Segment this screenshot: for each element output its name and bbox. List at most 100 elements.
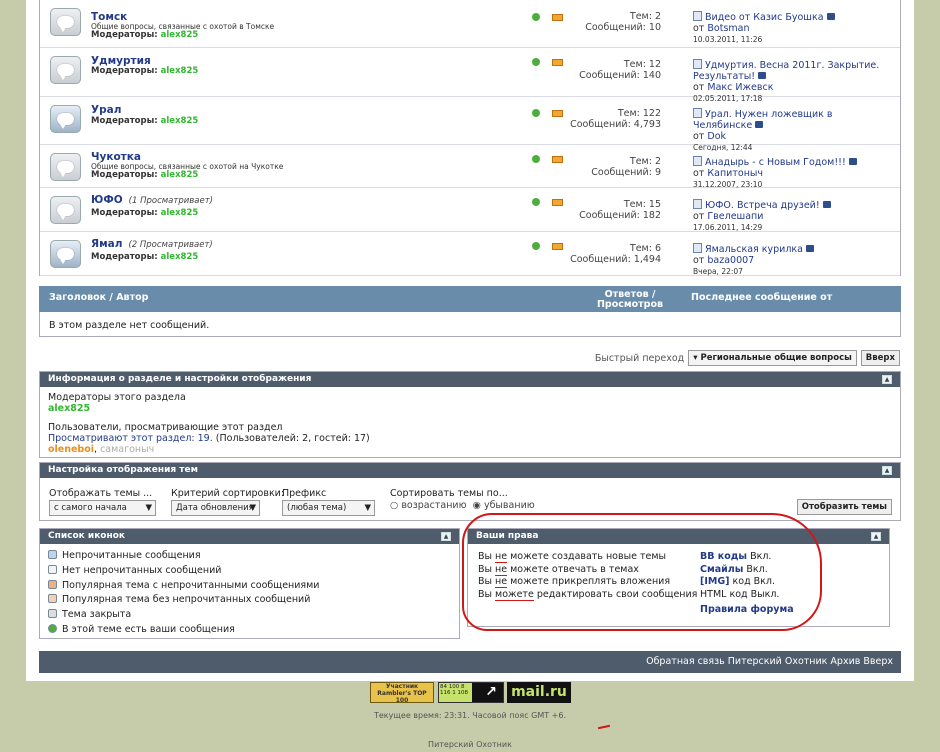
forum-last-post: Видео от Казис Буошка от Botsman 10.03.201… xyxy=(693,11,893,45)
display-settings-panel: Настройка отображения тем ▲ Отображать те… xyxy=(39,462,901,521)
quick-nav-select[interactable]: ▾ Региональные общие вопросы xyxy=(688,350,857,366)
mailru-badge[interactable]: mail.ru xyxy=(507,682,571,703)
col-title[interactable]: Заголовок / Автор xyxy=(49,292,148,303)
viewer-user[interactable]: oleneboi xyxy=(48,444,94,455)
site-name: Питерский Охотник xyxy=(428,740,512,749)
permission-line: Вы не можете создавать новые темы xyxy=(478,551,666,563)
col-replies[interactable]: Ответов / Просмотров xyxy=(595,290,665,310)
permissions-panel: Ваши права ▲ Вы не можете создавать новые… xyxy=(467,528,890,627)
last-post-user[interactable]: Botsman xyxy=(707,23,749,34)
moderator-link[interactable]: alex825 xyxy=(161,170,199,180)
post-icon xyxy=(693,59,702,69)
viewers-count: Просматривают этот раздел: 19. xyxy=(48,433,213,444)
last-post-user[interactable]: Капитоныч xyxy=(707,168,763,179)
forum-moderators: Модераторы: alex825 xyxy=(91,30,199,40)
prefix-label: Префикс xyxy=(282,488,327,499)
code-setting-name[interactable]: BB коды xyxy=(700,551,747,562)
last-post-user[interactable]: baza0007 xyxy=(707,255,754,266)
forum-row: Урал Модераторы: alex825 Тем: 122 Сообщений… xyxy=(40,97,900,152)
forum-read-icon xyxy=(532,198,540,206)
last-post-user[interactable]: Макс Ижевск xyxy=(707,82,773,93)
last-post-user[interactable]: Dok xyxy=(707,131,726,142)
forum-row: ЮФО (1 Просматривает) Модераторы: alex825 Т… xyxy=(40,188,900,232)
forum-viewing: (1 Просматривает) xyxy=(128,196,213,206)
moderator-link[interactable]: alex825 xyxy=(161,116,199,126)
forum-row: Ямал (2 Просматривает) Модераторы: alex825… xyxy=(40,232,900,276)
show-select[interactable]: с самого начала ▼ xyxy=(49,500,156,516)
forum-rules-link[interactable]: Правила форума xyxy=(700,604,794,615)
viewer-user[interactable]: самагоныч xyxy=(100,444,154,455)
moderator-link[interactable]: alex825 xyxy=(161,66,199,76)
forum-stats: Тем: 12 Сообщений: 140 xyxy=(579,59,661,81)
forum-status-icon xyxy=(50,56,81,84)
last-post-user[interactable]: Гвелешапи xyxy=(707,211,763,222)
goto-last-icon[interactable] xyxy=(826,13,835,20)
icon-legend-title: Список иконок xyxy=(48,531,125,541)
code-setting-name[interactable]: Смайлы xyxy=(700,564,743,575)
goto-last-icon[interactable] xyxy=(848,158,857,165)
forum-stats: Тем: 2 Сообщений: 9 xyxy=(591,156,661,178)
radio-desc[interactable]: ◉ убыванию xyxy=(473,500,535,511)
threads-empty: В этом разделе нет сообщений. xyxy=(39,312,901,337)
last-post-link[interactable]: Урал. Нужен ложевщик в Челябинске xyxy=(693,109,833,131)
last-post-date: 10.03.2011, 11:26 xyxy=(693,35,763,44)
last-post-link[interactable]: Анадырь - с Новым Годом!!! xyxy=(705,157,846,168)
goto-last-icon[interactable] xyxy=(755,121,764,128)
moderator-link[interactable]: alex825 xyxy=(161,30,199,40)
last-post-link[interactable]: Ямальская курилка xyxy=(705,244,803,255)
collapse-icon[interactable]: ▲ xyxy=(441,532,451,541)
forum-title[interactable]: Урал xyxy=(91,104,127,116)
forum-moderators: Модераторы: alex825 xyxy=(91,116,199,126)
goto-last-icon[interactable] xyxy=(822,201,831,208)
post-icon xyxy=(693,156,702,166)
forum-row: Удмуртия Модераторы: alex825 Тем: 12 Сообще… xyxy=(40,48,900,103)
forum-status-icon xyxy=(50,8,81,36)
permission-line: Вы не можете прикреплять вложения xyxy=(478,576,671,588)
collapse-icon[interactable]: ▲ xyxy=(871,532,881,541)
legend-icon xyxy=(48,564,57,574)
icon-legend-panel: Список иконок ▲ Непрочитанные сообщения Не… xyxy=(39,528,460,639)
prefix-select[interactable]: (любая тема) ▼ xyxy=(282,500,375,516)
moderator-link[interactable]: alex825 xyxy=(161,252,199,262)
collapse-icon[interactable]: ▲ xyxy=(882,466,892,475)
rambler-badge[interactable]: Участник Rambler's TOP 100 xyxy=(370,682,434,704)
forum-stats: Тем: 6 Сообщений: 1,494 xyxy=(570,243,661,265)
moderator-link[interactable]: alex825 xyxy=(161,208,199,218)
forum-last-post: ЮФО. Встреча друзей! от Гвелешапи 17.06.20… xyxy=(693,199,893,233)
last-post-link[interactable]: ЮФО. Встреча друзей! xyxy=(705,200,820,211)
post-icon xyxy=(693,108,702,118)
sort-label: Критерий сортировки: xyxy=(171,488,285,499)
moderators-heading: Модераторы этого раздела xyxy=(48,392,186,403)
quick-nav-go-button[interactable]: Вверх xyxy=(860,350,900,366)
legend-icon xyxy=(48,623,57,633)
last-post-link[interactable]: Удмуртия. Весна 2011г. Закрытие. Результ… xyxy=(693,60,879,82)
code-setting: Смайлы Вкл. xyxy=(700,563,768,575)
forum-row: Чукотка Общие вопросы, связанные с охотой… xyxy=(40,145,900,189)
footer-links[interactable]: Обратная связь Питерский Охотник Архив В… xyxy=(39,651,901,673)
forum-title[interactable]: Ямал (2 Просматривает) xyxy=(91,238,213,250)
last-post-link[interactable]: Видео от Казис Буошка xyxy=(705,12,824,23)
post-icon xyxy=(693,11,702,21)
forum-status-icon xyxy=(50,196,81,224)
goto-last-icon[interactable] xyxy=(805,245,814,252)
icon-legend-item: Непрочитанные сообщения xyxy=(48,549,451,564)
col-last-post[interactable]: Последнее сообщение от xyxy=(691,292,832,303)
forum-title[interactable]: ЮФО (1 Просматривает) xyxy=(91,194,213,206)
radio-asc[interactable]: ○ возрастанию xyxy=(390,500,467,511)
forum-row: Томск Общие вопросы, связанные с охотой в… xyxy=(40,0,900,48)
sort-select[interactable]: Дата обновления ▼ xyxy=(171,500,260,516)
forum-last-post: Ямальская курилка от baza0007 Вчера, 22:07 xyxy=(693,243,893,277)
goto-last-icon[interactable] xyxy=(758,72,767,79)
viewers-detail: (Пользователей: 2, гостей: 17) xyxy=(215,433,370,444)
code-setting-name[interactable]: [IMG] xyxy=(700,576,729,587)
apply-display-button[interactable]: Отобразить темы xyxy=(796,499,892,515)
counter-badge[interactable]: 84 100 8 116 1 108 ↗ xyxy=(438,682,504,703)
forum-read-icon xyxy=(532,58,540,66)
icon-legend-item: Нет непрочитанных сообщений xyxy=(48,564,451,579)
forum-info-title: Информация о разделе и настройки отображ… xyxy=(48,374,312,384)
forum-stats: Тем: 2 Сообщений: 10 xyxy=(585,11,661,33)
collapse-icon[interactable]: ▲ xyxy=(882,375,892,384)
forum-moderators: Модераторы: alex825 xyxy=(91,208,199,218)
moderator-link[interactable]: alex825 xyxy=(48,403,892,414)
order-label: Сортировать темы по... xyxy=(390,488,508,499)
